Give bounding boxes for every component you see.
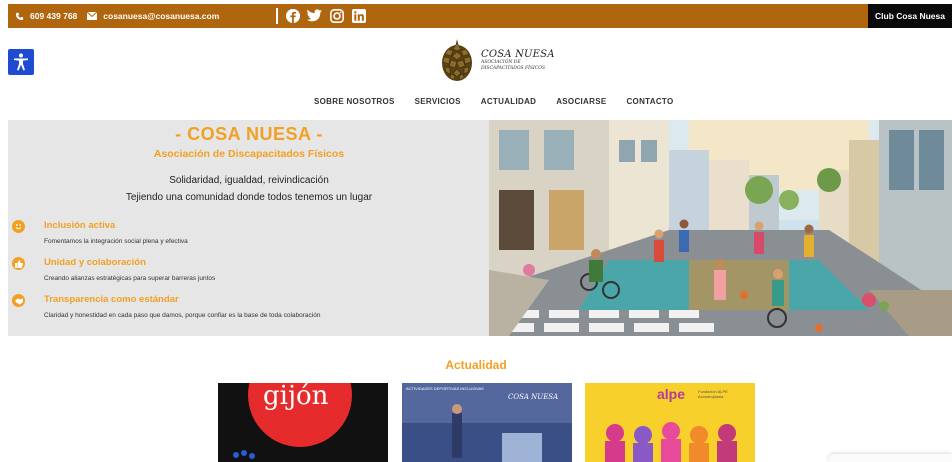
feature-title: Inclusión activa bbox=[44, 220, 116, 231]
hero-title: - COSA NUESA - bbox=[175, 124, 323, 144]
hero-tagline-1: Solidaridad, igualdad, reivindicación bbox=[169, 175, 329, 186]
nav-item-asociarse[interactable]: ASOCIARSE bbox=[556, 97, 606, 106]
hero-text-panel: - COSA NUESA - Asociación de Discapacita… bbox=[8, 120, 490, 336]
email-address[interactable]: cosanuesa@cosanuesa.com bbox=[103, 11, 219, 21]
contact-info: 609 439 768 cosanuesa@cosanuesa.com bbox=[8, 11, 219, 21]
handshake-icon bbox=[12, 294, 25, 307]
club-button[interactable]: Club Cosa Nuesa bbox=[868, 4, 952, 28]
nav-item-sobre-nosotros[interactable]: SOBRE NOSOTROS bbox=[314, 97, 395, 106]
news-card-brand: COSA NUESA bbox=[508, 393, 559, 401]
divider bbox=[276, 8, 278, 24]
hero-subtitle: Asociación de Discapacitados Físicos bbox=[153, 148, 345, 160]
news-card[interactable]: alpe Fundación ALPE Acondroplasia bbox=[585, 383, 755, 462]
feature-desc: Claridad y honestidad en cada paso que d… bbox=[44, 312, 321, 319]
main-nav: SOBRE NOSOTROS SERVICIOS ACTUALIDAD ASOC… bbox=[314, 97, 673, 106]
phone-icon bbox=[14, 11, 24, 21]
feature-title: Transparencia como estándar bbox=[44, 294, 179, 305]
facebook-icon[interactable] bbox=[285, 8, 300, 23]
nav-item-actualidad[interactable]: ACTUALIDAD bbox=[481, 97, 536, 106]
linkedin-icon[interactable] bbox=[351, 8, 366, 23]
phone-number[interactable]: 609 439 768 bbox=[30, 11, 77, 21]
accessibility-button[interactable] bbox=[8, 49, 34, 75]
news-section-title: Actualidad bbox=[445, 358, 507, 372]
alpe-brand-sub: Fundación ALPE Acondroplasia bbox=[698, 389, 728, 399]
logo-line-2: DISCAPACITADOS FÍSICOS bbox=[481, 65, 546, 71]
social-links bbox=[285, 8, 366, 23]
thumbs-up-icon bbox=[12, 257, 25, 270]
accessibility-icon bbox=[14, 53, 28, 71]
smile-icon bbox=[12, 220, 25, 233]
chat-widget-edge[interactable] bbox=[828, 454, 952, 462]
feature-title: Unidad y colaboración bbox=[44, 257, 146, 268]
email-icon bbox=[87, 11, 98, 21]
nav-item-servicios[interactable]: SERVICIOS bbox=[415, 97, 461, 106]
news-card[interactable]: gijón bbox=[218, 383, 388, 462]
feature-desc: Fomentamos la integración social plena y… bbox=[44, 238, 188, 245]
news-card-header: ACTIVIDADES DEPORTIVAS INCLUSIVAS bbox=[406, 386, 484, 391]
feature-desc: Creando alianzas estratégicas para super… bbox=[44, 275, 216, 282]
top-bar: 609 439 768 cosanuesa@cosanuesa.com Club… bbox=[8, 4, 952, 28]
pinecone-icon bbox=[442, 39, 472, 81]
nav-item-contacto[interactable]: CONTACTO bbox=[626, 97, 673, 106]
gijon-logo-text: gijón bbox=[263, 383, 329, 411]
site-logo[interactable]: COSA NUESA ASOCIACIÓN DE DISCAPACITADOS … bbox=[437, 36, 567, 84]
logo-name: COSA NUESA bbox=[481, 48, 555, 60]
news-card[interactable]: ACTIVIDADES DEPORTIVAS INCLUSIVAS COSA N… bbox=[402, 383, 572, 462]
hero-illustration bbox=[489, 120, 952, 336]
alpe-brand: alpe bbox=[657, 386, 686, 402]
instagram-icon[interactable] bbox=[329, 8, 344, 23]
hero-tagline-2: Tejiendo una comunidad donde todos tenem… bbox=[125, 192, 373, 203]
twitter-icon[interactable] bbox=[307, 8, 322, 23]
